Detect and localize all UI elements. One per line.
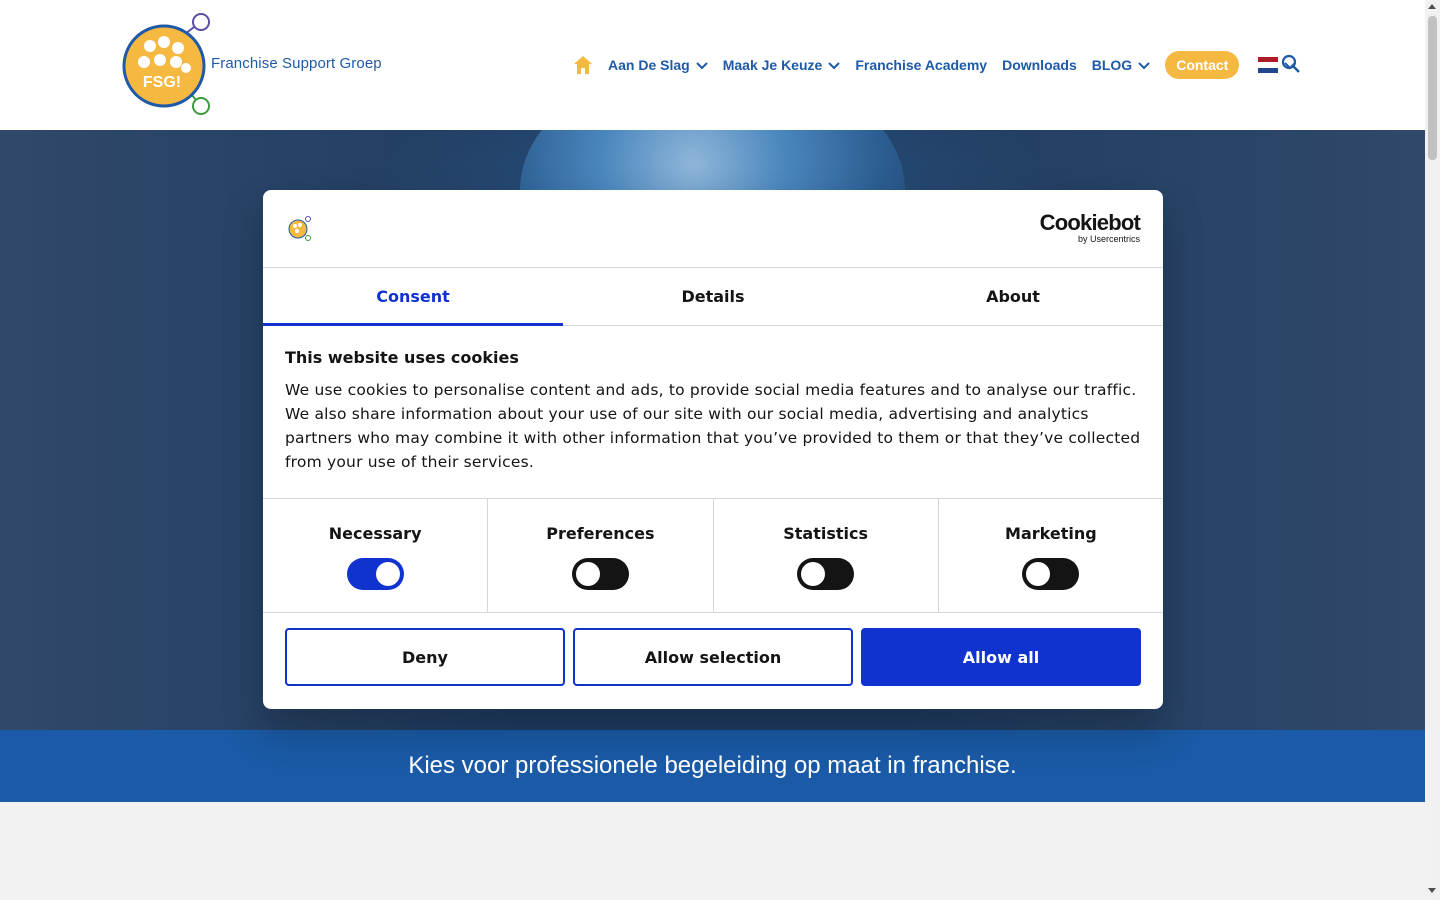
dialog-description: We use cookies to personalise content an… xyxy=(285,381,1141,471)
cookiebot-name: Cookiebot xyxy=(1039,210,1141,235)
toggle-group-marketing: Marketing xyxy=(939,499,1163,612)
dialog-header: Cookiebot by Usercentrics xyxy=(263,190,1163,268)
chevron-down-icon xyxy=(695,62,708,70)
contact-button[interactable]: Contact xyxy=(1165,51,1240,79)
statistics-toggle[interactable] xyxy=(797,558,855,590)
content-area xyxy=(0,802,1425,900)
hero-tagline: Kies voor professionele begeleiding op m… xyxy=(408,752,1017,779)
chevron-down-icon xyxy=(1138,62,1150,70)
main-nav: Aan De Slag Maak Je Keuze Franchise Acad… xyxy=(572,51,1297,79)
nav-item-maak-je-keuze[interactable]: Maak Je Keuze xyxy=(723,57,841,73)
dialog-body: This website uses cookies We use cookies… xyxy=(285,348,1145,474)
toggle-label: Marketing xyxy=(1005,524,1097,543)
brand-name[interactable]: Franchise Support Groep xyxy=(211,55,382,72)
logo-text: FSG! xyxy=(143,74,181,91)
nav-item-label: Franchise Academy xyxy=(855,57,988,73)
toggle-group-necessary: Necessary xyxy=(263,499,489,612)
dialog-title: This website uses cookies xyxy=(285,348,519,367)
cookiebot-logo[interactable]: Cookiebot by Usercentrics xyxy=(1039,210,1141,245)
home-icon[interactable] xyxy=(572,54,594,76)
tab-details[interactable]: Details xyxy=(563,268,863,325)
toggle-knob xyxy=(375,562,400,586)
tab-consent[interactable]: Consent xyxy=(263,268,563,326)
site-header: FSG! Franchise Support Groep Aan De Slag… xyxy=(0,0,1425,130)
nav-item-blog[interactable]: BLOG xyxy=(1092,57,1150,73)
dialog-tabs: Consent Details About xyxy=(263,268,1163,326)
toggle-label: Necessary xyxy=(328,524,422,543)
search-icon[interactable] xyxy=(1281,54,1301,74)
toggle-label: Statistics xyxy=(783,524,868,543)
nav-item-aan-de-slag[interactable]: Aan De Slag xyxy=(608,57,708,73)
tab-about[interactable]: About xyxy=(863,268,1163,325)
toggle-label: Preferences xyxy=(546,524,655,543)
necessary-toggle[interactable] xyxy=(346,558,404,590)
toggle-knob xyxy=(801,562,826,586)
toggle-knob xyxy=(575,562,600,586)
nav-item-downloads[interactable]: Downloads xyxy=(1002,57,1077,73)
flag-nl-icon xyxy=(1258,57,1279,73)
page: FSG! Franchise Support Groep Aan De Slag… xyxy=(0,0,1440,900)
marketing-toggle[interactable] xyxy=(1022,558,1080,590)
fsg-logo[interactable]: FSG! xyxy=(120,12,220,118)
dialog-buttons: Deny Allow selection Allow all xyxy=(285,628,1141,686)
tagline-bar: Kies voor professionele begeleiding op m… xyxy=(0,730,1425,802)
cookiebot-sub: by Usercentrics xyxy=(1077,234,1140,244)
scroll-up-arrow-icon[interactable] xyxy=(1428,4,1436,9)
toggle-group-preferences: Preferences xyxy=(488,499,714,612)
allow-selection-button[interactable]: Allow selection xyxy=(573,628,853,686)
preferences-toggle[interactable] xyxy=(571,558,629,590)
consent-toggles: Necessary Preferences Statistics Marketi… xyxy=(263,498,1163,613)
toggle-knob xyxy=(1026,562,1051,586)
scroll-down-arrow-icon[interactable] xyxy=(1428,888,1436,893)
allow-all-button[interactable]: Allow all xyxy=(861,628,1141,686)
nav-item-label: Downloads xyxy=(1002,57,1077,73)
nav-item-label: BLOG xyxy=(1091,57,1133,73)
chevron-down-icon xyxy=(828,62,841,70)
deny-button[interactable]: Deny xyxy=(285,628,565,686)
nav-item-franchise-academy[interactable]: Franchise Academy xyxy=(855,57,987,73)
fsg-small-logo xyxy=(288,216,311,241)
nav-item-label: Maak Je Keuze xyxy=(722,57,823,73)
toggle-group-statistics: Statistics xyxy=(714,499,939,612)
scrollbar-thumb[interactable] xyxy=(1428,16,1437,160)
cookie-consent-dialog: Cookiebot by Usercentrics Consent Detail… xyxy=(263,190,1163,709)
nav-item-label: Aan De Slag xyxy=(608,57,690,73)
